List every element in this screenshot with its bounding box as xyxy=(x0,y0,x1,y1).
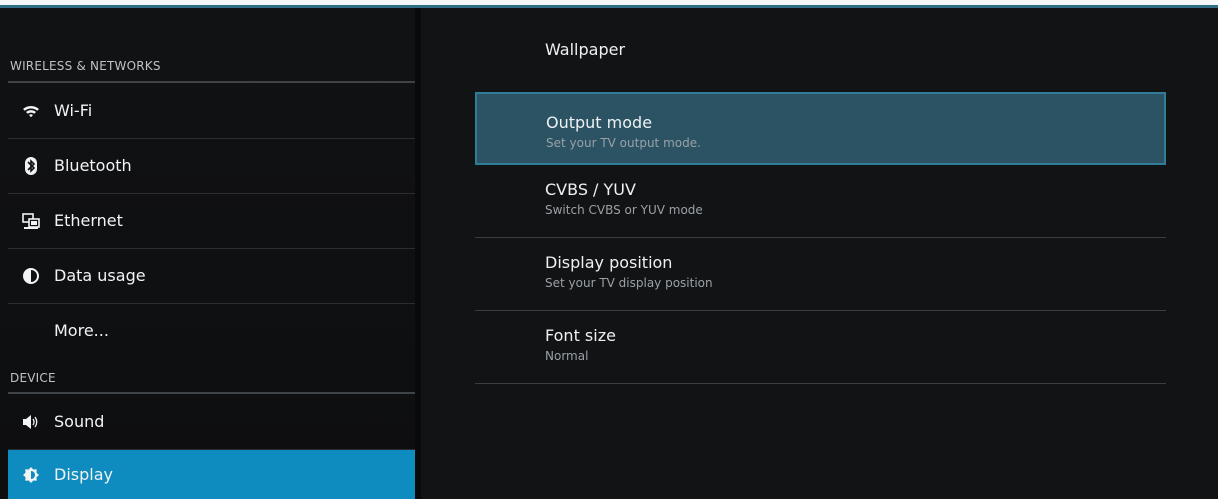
section-header-wireless: WIRELESS & NETWORKS xyxy=(8,50,415,82)
pref-wallpaper[interactable]: Wallpaper xyxy=(475,40,1166,80)
nav-item-label: Sound xyxy=(54,412,105,431)
section-divider xyxy=(8,392,415,394)
pref-divider xyxy=(475,310,1166,311)
nav-item-label: Wi-Fi xyxy=(54,101,93,120)
data-usage-icon xyxy=(22,267,40,285)
nav-item-more[interactable]: More... xyxy=(8,304,415,358)
pref-summary: Normal xyxy=(545,349,589,363)
pref-divider xyxy=(475,383,1166,384)
nav-item-label: Bluetooth xyxy=(54,156,132,175)
speaker-icon xyxy=(22,413,40,431)
pref-title: Display position xyxy=(545,253,673,272)
pref-summary: Set your TV display position xyxy=(545,276,713,290)
nav-item-label: Display xyxy=(54,464,113,484)
nav-item-label: Ethernet xyxy=(54,211,123,230)
settings-app: WIRELESS & NETWORKS Wi-Fi Bluetooth Ethe… xyxy=(0,0,1218,499)
nav-item-display[interactable]: Display xyxy=(8,450,415,499)
wifi-icon xyxy=(22,102,40,120)
nav-item-label: Data usage xyxy=(54,266,146,285)
nav-item-ethernet[interactable]: Ethernet xyxy=(8,194,415,248)
nav-item-label: More... xyxy=(54,321,109,340)
pref-summary: Switch CVBS or YUV mode xyxy=(545,203,703,217)
pref-summary: Set your TV output mode. xyxy=(546,136,701,150)
pref-divider xyxy=(475,237,1166,238)
section-header-device: DEVICE xyxy=(8,362,415,394)
nav-item-sound[interactable]: Sound xyxy=(8,395,415,449)
display-brightness-icon xyxy=(22,466,40,484)
pref-cvbs-yuv[interactable]: CVBS / YUV Switch CVBS or YUV mode xyxy=(475,180,1166,236)
bluetooth-icon xyxy=(22,157,40,175)
ethernet-icon xyxy=(22,212,40,230)
display-settings-panel: Wallpaper Output mode Set your TV output… xyxy=(421,8,1218,499)
pref-title: Font size xyxy=(545,326,616,345)
pref-title: CVBS / YUV xyxy=(545,180,636,199)
nav-item-wifi[interactable]: Wi-Fi xyxy=(8,84,415,138)
pref-title: Output mode xyxy=(546,113,653,132)
settings-category-list: WIRELESS & NETWORKS Wi-Fi Bluetooth Ethe… xyxy=(0,8,415,499)
preference-list: Wallpaper Output mode Set your TV output… xyxy=(475,8,1166,499)
pref-display-position[interactable]: Display position Set your TV display pos… xyxy=(475,253,1166,309)
section-divider xyxy=(8,81,415,83)
section-header-label: DEVICE xyxy=(10,371,56,385)
nav-item-data-usage[interactable]: Data usage xyxy=(8,249,415,303)
blank-icon-slot xyxy=(22,322,40,340)
pref-font-size[interactable]: Font size Normal xyxy=(475,326,1166,382)
pref-title: Wallpaper xyxy=(545,40,626,59)
section-header-label: WIRELESS & NETWORKS xyxy=(10,59,161,73)
nav-item-bluetooth[interactable]: Bluetooth xyxy=(8,139,415,193)
pref-output-mode[interactable]: Output mode Set your TV output mode. xyxy=(475,92,1166,165)
